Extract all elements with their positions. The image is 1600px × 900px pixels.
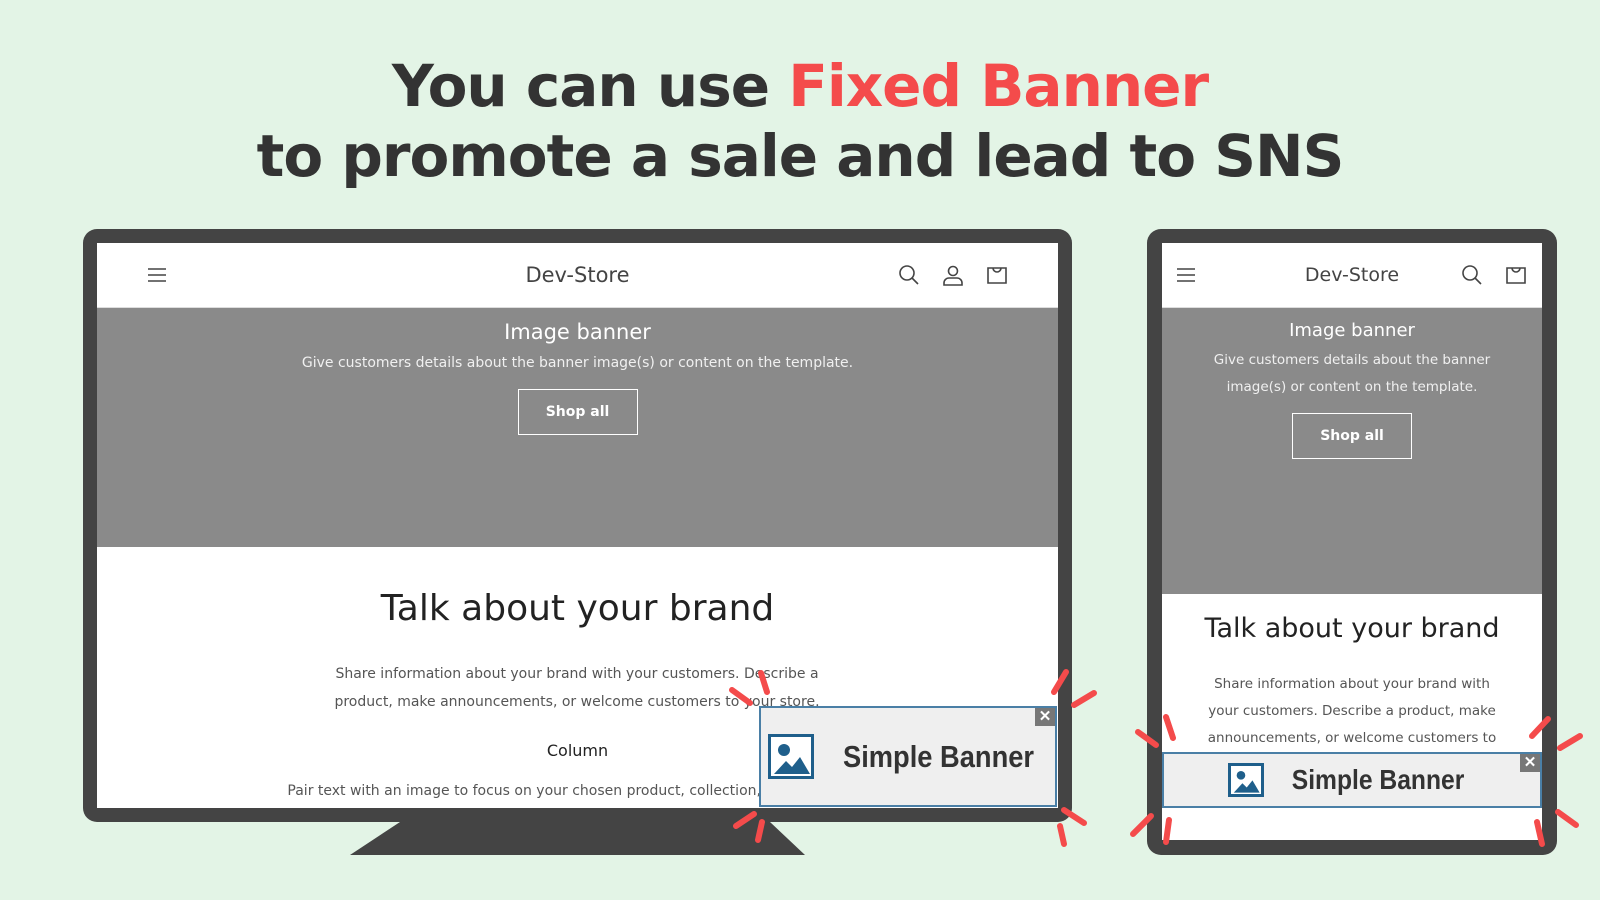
store-header: Dev-Store bbox=[1162, 243, 1542, 308]
hero-title: Image banner bbox=[504, 320, 651, 344]
image-banner: Image banner Give customers details abou… bbox=[1162, 308, 1542, 594]
store-name[interactable]: Dev-Store bbox=[1162, 243, 1542, 308]
banner-label: Simple Banner bbox=[843, 738, 1035, 774]
brand-title: Talk about your brand bbox=[1204, 613, 1500, 644]
image-icon bbox=[768, 734, 815, 779]
hero-title: Image banner bbox=[1289, 320, 1415, 341]
simple-banner[interactable]: Simple Banner ✕ bbox=[1162, 752, 1542, 808]
shop-all-button[interactable]: Shop all bbox=[517, 389, 638, 435]
store-header: Dev-Store bbox=[97, 243, 1058, 308]
simple-banner[interactable]: Simple Banner ✕ bbox=[759, 706, 1057, 807]
mobile-screen: Dev-Store Image banner Give customers de… bbox=[1162, 243, 1542, 840]
image-icon bbox=[1227, 763, 1264, 797]
brand-text: Share information about your brand with … bbox=[1207, 676, 1497, 746]
close-icon[interactable]: ✕ bbox=[1035, 708, 1055, 726]
hero-subtitle: Give customers details about the banner … bbox=[301, 355, 854, 371]
search-icon[interactable] bbox=[897, 263, 921, 287]
home-button[interactable] bbox=[1318, 819, 1386, 837]
cart-icon[interactable] bbox=[1504, 263, 1528, 287]
search-icon[interactable] bbox=[1460, 263, 1484, 287]
shop-all-button[interactable]: Shop all bbox=[1292, 413, 1412, 459]
banner-label: Simple Banner bbox=[1291, 764, 1465, 795]
account-icon[interactable] bbox=[941, 263, 965, 287]
close-icon[interactable]: ✕ bbox=[1520, 754, 1540, 772]
brand-title: Talk about your brand bbox=[380, 588, 775, 629]
image-banner: Image banner Give customers details abou… bbox=[97, 308, 1058, 547]
hero-subtitle: Give customers details about the banner … bbox=[1213, 352, 1491, 395]
cart-icon[interactable] bbox=[985, 263, 1009, 287]
